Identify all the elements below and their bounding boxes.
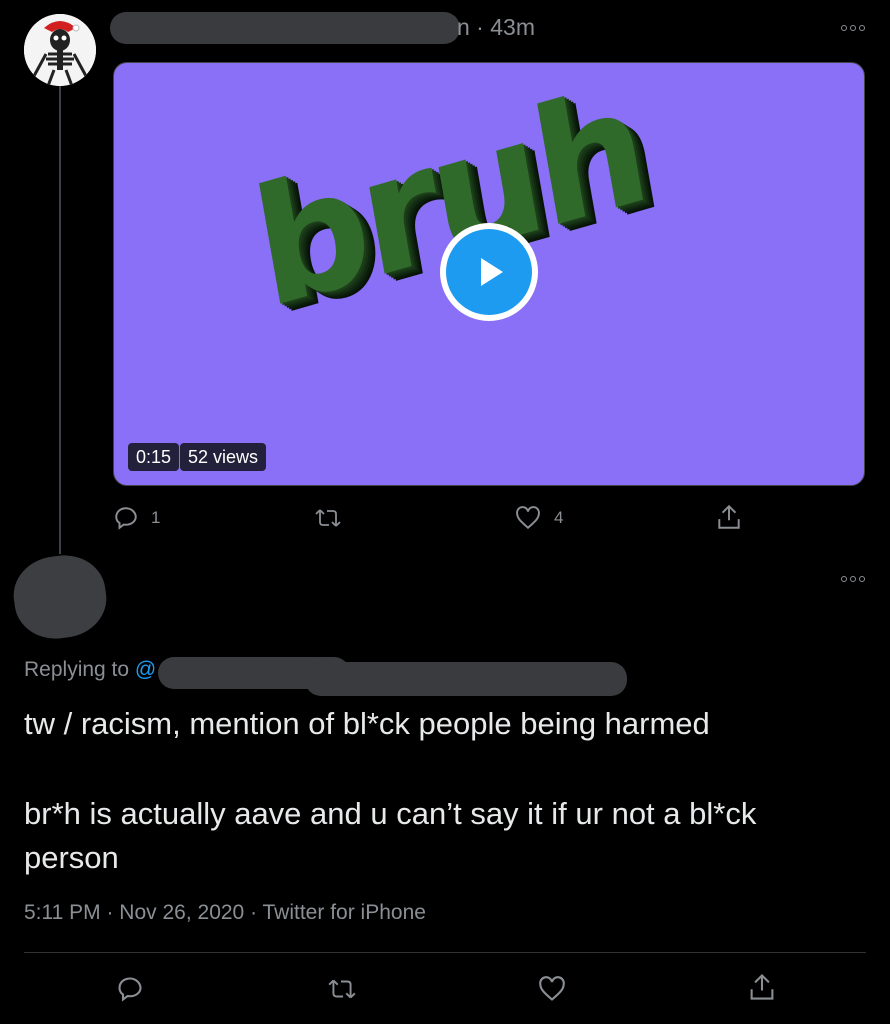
redacted-display-name — [110, 12, 460, 44]
thread-line — [59, 84, 61, 554]
video-overlay-text: bruh — [241, 62, 656, 345]
reply-count: 1 — [151, 508, 161, 527]
video-duration: 0:15 — [128, 443, 180, 471]
tweet-text-line: tw / racism, mention of bl*ck people bei… — [24, 706, 710, 741]
play-icon — [481, 258, 503, 286]
tweet-timestamp[interactable]: 5:11 PM · Nov 26, 2020 · Twitter for iPh… — [24, 901, 426, 925]
redacted-avatar[interactable] — [8, 549, 112, 645]
video-thumbnail[interactable]: bruh 0:15 52 views — [113, 62, 865, 486]
more-icon[interactable] — [841, 23, 869, 33]
divider — [24, 952, 866, 953]
redacted-mention — [305, 662, 627, 696]
retweet-icon — [315, 509, 341, 527]
replying-to-mention[interactable]: @ — [135, 658, 156, 681]
like-icon — [539, 976, 565, 1001]
share-icon — [750, 973, 774, 1000]
reply-action[interactable] — [116, 975, 144, 1003]
share-action[interactable] — [716, 503, 742, 531]
video-views: 52 views — [180, 443, 267, 471]
like-icon — [516, 506, 540, 530]
tweet-text-line: br*h is actually aave and u can’t say it… — [24, 796, 757, 831]
reply-action[interactable]: 1 — [113, 505, 160, 531]
like-action[interactable] — [537, 975, 567, 1003]
skeleton-avatar-image — [24, 14, 96, 86]
share-icon — [718, 504, 740, 529]
tweet-time: n · 43m — [457, 14, 535, 40]
more-icon[interactable] — [841, 574, 869, 584]
retweet-icon — [328, 979, 356, 999]
like-count: 4 — [554, 508, 564, 527]
avatar[interactable] — [24, 14, 96, 86]
retweet-action[interactable] — [327, 975, 357, 1003]
replying-to: Replying to @ — [24, 658, 156, 682]
reply-icon — [118, 977, 142, 1002]
tweet-text-line: person — [24, 840, 119, 875]
play-button[interactable] — [440, 223, 538, 321]
replying-to-label: Replying to — [24, 658, 130, 681]
retweet-action[interactable] — [314, 505, 354, 531]
share-action[interactable] — [748, 972, 776, 1002]
like-action[interactable]: 4 — [514, 505, 563, 531]
reply-icon — [115, 507, 137, 530]
